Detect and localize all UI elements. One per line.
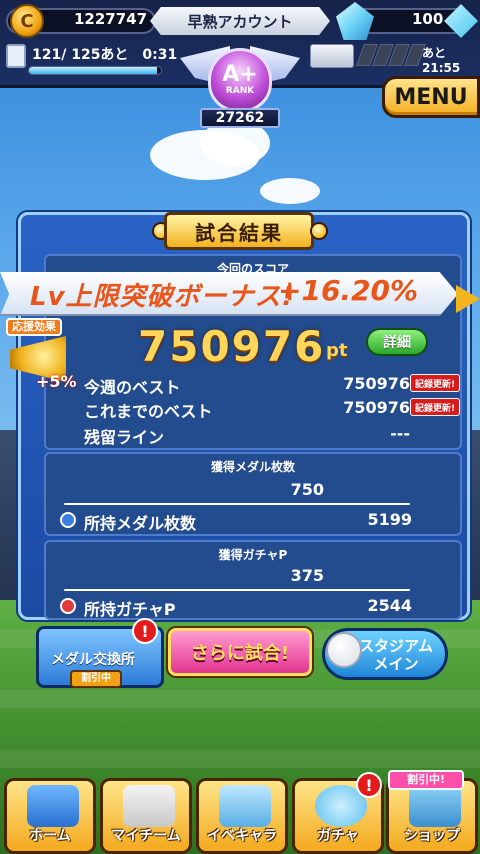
divider — [64, 589, 410, 591]
medals-earned-label: 獲得メダル枚数 — [210, 460, 295, 474]
cloud — [260, 178, 320, 204]
new-record-badge: 記録更新! — [410, 398, 460, 416]
weekly-best-row: 今週のベスト 750976 — [84, 374, 410, 398]
rank-badge: A+ RANK — [208, 48, 272, 112]
medals-owned-row: 所持メダル枚数 5199 — [84, 510, 412, 534]
result-title: 試合結果 — [164, 212, 314, 250]
gacha-owned-row: 所持ガチャP 2544 — [84, 596, 412, 620]
new-record-badge: 記録更新! — [410, 374, 460, 392]
nav-my-team-label: マイチーム — [111, 828, 181, 844]
coin-value: 1227747 — [74, 10, 148, 28]
remaining-line-label: 残留ライン — [84, 428, 165, 447]
rank-letter: A+ — [222, 62, 258, 87]
character-icon — [219, 785, 271, 827]
nav-event-chara[interactable]: イベキャラ — [196, 778, 288, 854]
baseball-icon — [310, 222, 328, 240]
weekly-best-value: 750976 — [343, 374, 410, 393]
ticket-icon — [310, 44, 354, 68]
score-value: 750976 — [138, 322, 326, 371]
medal-icon — [60, 512, 76, 528]
alert-icon: ! — [132, 618, 158, 644]
detail-button[interactable]: 詳細 — [366, 328, 428, 356]
rank-points: 27262 — [200, 108, 280, 128]
nav-home-label: ホーム — [29, 828, 71, 844]
remaining-line-row: 残留ライン --- — [84, 424, 410, 448]
bonus-text: Lv上限突破ボーナス! — [30, 282, 295, 312]
stamina-bar — [28, 66, 162, 75]
shop-icon — [409, 785, 461, 827]
gacha-owned-label: 所持ガチャP — [84, 600, 176, 619]
support-effect-title: 応援効果 — [6, 318, 62, 336]
shop-sale-badge: 割引中! — [388, 770, 464, 790]
medals-owned-label: 所持メダル枚数 — [84, 514, 197, 533]
bonus-value: +16.20% — [278, 274, 419, 307]
discount-tag: 割引中 — [70, 670, 122, 688]
stamina-text: 121/ 125あと 0:31 — [32, 47, 178, 63]
nav-event-chara-label: イベキャラ — [207, 828, 277, 844]
medals-owned-value: 5199 — [367, 510, 412, 529]
all-time-best-row: これまでのベスト 750976 — [84, 398, 410, 422]
nav-gacha-label: ガチャ — [317, 828, 359, 844]
team-icon — [123, 785, 175, 827]
gacha-earned-value: 375 — [290, 566, 324, 585]
play-again-button[interactable]: さらに試合! — [168, 628, 312, 676]
coin-icon: C — [10, 4, 44, 38]
book-icon — [27, 785, 79, 827]
stamina-icon — [6, 44, 26, 68]
stadium-label-2: メイン — [373, 655, 419, 673]
nav-home[interactable]: ホーム — [4, 778, 96, 854]
remaining-line-value: --- — [390, 424, 410, 443]
gacha-point-icon — [60, 598, 76, 614]
rank-word: RANK — [225, 86, 255, 96]
account-name[interactable]: 早熟アカウント — [150, 7, 330, 35]
nav-my-team[interactable]: マイチーム — [100, 778, 192, 854]
score-unit: pt — [326, 340, 348, 361]
weekly-best-label: 今週のベスト — [84, 378, 181, 397]
support-effect-value: +5% — [36, 372, 77, 391]
gem-value: 100 — [412, 10, 444, 28]
menu-button[interactable]: MENU — [382, 76, 480, 118]
ticket-timer: あと21:55 — [422, 46, 461, 75]
gacha-owned-value: 2544 — [367, 596, 412, 615]
stamina-fill — [29, 67, 157, 74]
alert-icon: ! — [356, 772, 382, 798]
all-time-best-value: 750976 — [343, 398, 410, 417]
rank-emblem[interactable]: A+ RANK 27262 — [180, 36, 300, 132]
ticket-gauge — [355, 44, 427, 66]
gacha-earned-label: 獲得ガチャP — [218, 548, 288, 562]
divider — [64, 503, 410, 505]
nav-shop-label: ショップ — [404, 828, 460, 844]
baseball-icon — [326, 632, 362, 668]
medal-exchange-label: メダル交換所 — [51, 652, 135, 668]
medals-earned-value: 750 — [290, 480, 324, 499]
all-time-best-label: これまでのベスト — [84, 402, 213, 421]
